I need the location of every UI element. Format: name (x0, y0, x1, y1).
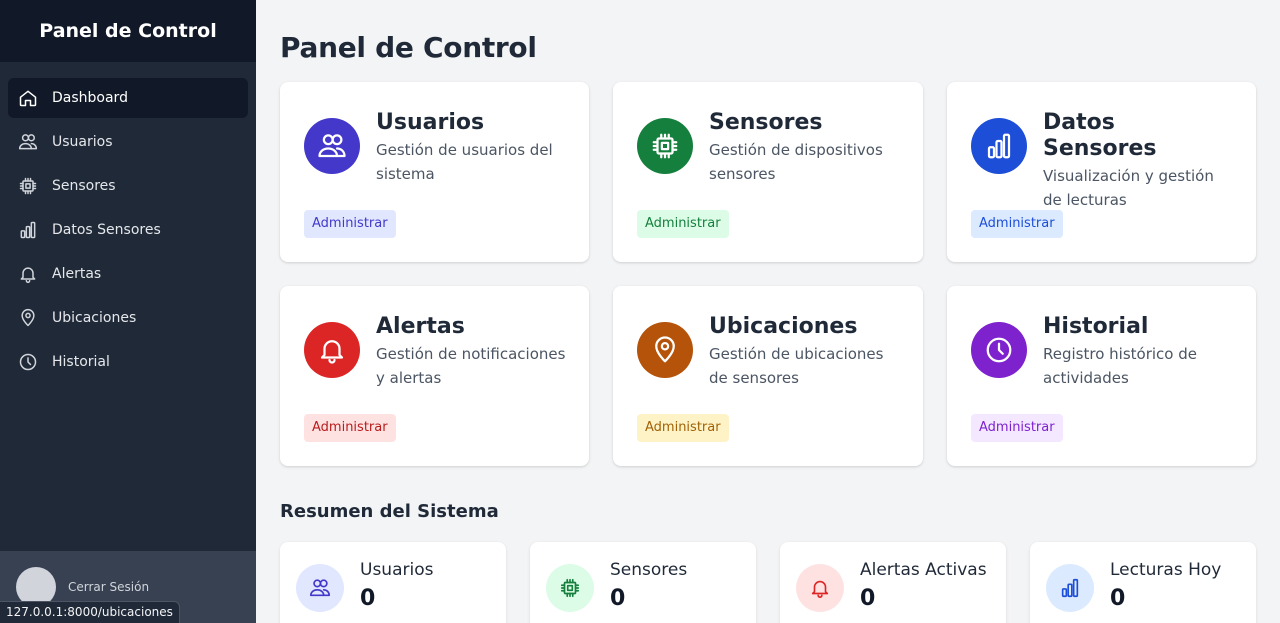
card-ubicaciones: Ubicaciones Gestión de ubicaciones de se… (613, 286, 923, 466)
sidebar-item-historial[interactable]: Historial (8, 342, 248, 382)
chip-icon (18, 176, 38, 196)
sidebar-item-label: Usuarios (52, 134, 113, 150)
sidebar-item-ubicaciones[interactable]: Ubicaciones (8, 298, 248, 338)
status-bar-url: 127.0.0.1:8000/ubicaciones (0, 601, 180, 623)
sidebar-item-label: Datos Sensores (52, 222, 161, 238)
sidebar-item-label: Alertas (52, 266, 102, 282)
users-icon (296, 564, 344, 612)
page-title: Panel de Control (280, 31, 537, 64)
sidebar-item-datos-sensores[interactable]: Datos Sensores (8, 210, 248, 250)
bar-chart-icon (971, 118, 1027, 174)
sidebar-item-usuarios[interactable]: Usuarios (8, 122, 248, 162)
card-description: Gestión de notificaciones y alertas (376, 345, 566, 387)
sidebar-nav: Dashboard Usuarios Sensores Datos Sensor… (0, 62, 256, 382)
card-title: Ubicaciones (709, 314, 858, 339)
stat-label: Usuarios (360, 560, 434, 580)
sidebar-title: Panel de Control (39, 20, 217, 42)
bell-icon (304, 322, 360, 378)
stat-value: 0 (360, 586, 376, 611)
sidebar-item-dashboard[interactable]: Dashboard (8, 78, 248, 118)
administrar-button[interactable]: Administrar (971, 210, 1063, 238)
users-icon (18, 132, 38, 152)
card-historial: Historial Registro histórico de activida… (947, 286, 1256, 466)
sidebar: Panel de Control Dashboard Usuarios Sens… (0, 0, 256, 623)
sidebar-header: Panel de Control (0, 0, 256, 62)
card-title: Sensores (709, 110, 823, 135)
stat-value: 0 (1110, 586, 1126, 611)
sidebar-item-label: Dashboard (52, 90, 128, 106)
card-title: Historial (1043, 314, 1149, 339)
stat-value: 0 (860, 586, 876, 611)
stat-lecturas-hoy: Lecturas Hoy 0 (1030, 542, 1256, 623)
stat-alertas-activas: Alertas Activas 0 (780, 542, 1006, 623)
sidebar-item-label: Sensores (52, 178, 116, 194)
users-icon (304, 118, 360, 174)
card-description: Registro histórico de actividades (1043, 345, 1197, 387)
card-usuarios: Usuarios Gestión de usuarios del sistema… (280, 82, 589, 262)
administrar-button[interactable]: Administrar (637, 210, 729, 238)
card-sensores: Sensores Gestión de dispositivos sensore… (613, 82, 923, 262)
clock-icon (971, 322, 1027, 378)
sidebar-item-alertas[interactable]: Alertas (8, 254, 248, 294)
main-content: Panel de Control Usuarios Gestión de usu… (256, 0, 1280, 623)
bell-icon (18, 264, 38, 284)
chip-icon (546, 564, 594, 612)
card-description: Gestión de usuarios del sistema (376, 141, 553, 183)
sidebar-item-label: Historial (52, 354, 110, 370)
stat-label: Lecturas Hoy (1110, 560, 1222, 580)
stat-label: Sensores (610, 560, 688, 580)
administrar-button[interactable]: Administrar (971, 414, 1063, 442)
bell-icon (796, 564, 844, 612)
logout-link[interactable]: Cerrar Sesión (68, 580, 149, 594)
card-alertas: Alertas Gestión de notificaciones y aler… (280, 286, 589, 466)
card-description: Gestión de dispositivos sensores (709, 141, 883, 183)
card-datos-sensores: Datos Sensores Visualización y gestión d… (947, 82, 1256, 262)
map-pin-icon (18, 308, 38, 328)
summary-title: Resumen del Sistema (280, 501, 499, 522)
administrar-button[interactable]: Administrar (304, 210, 396, 238)
summary-stats: Usuarios 0 Sensores 0 Alertas Activas 0 … (280, 542, 1256, 623)
card-description: Gestión de ubicaciones de sensores (709, 345, 884, 387)
stat-usuarios: Usuarios 0 (280, 542, 506, 623)
administrar-button[interactable]: Administrar (637, 414, 729, 442)
card-title: Alertas (376, 314, 465, 339)
stat-value: 0 (610, 586, 626, 611)
administrar-button[interactable]: Administrar (304, 414, 396, 442)
module-grid: Usuarios Gestión de usuarios del sistema… (280, 82, 1256, 466)
chip-icon (637, 118, 693, 174)
stat-sensores: Sensores 0 (530, 542, 756, 623)
card-title: Datos Sensores (1043, 110, 1157, 161)
bar-chart-icon (18, 220, 38, 240)
bar-chart-icon (1046, 564, 1094, 612)
home-icon (18, 88, 38, 108)
clock-icon (18, 352, 38, 372)
sidebar-item-sensores[interactable]: Sensores (8, 166, 248, 206)
card-description: Visualización y gestión de lecturas (1043, 167, 1214, 209)
stat-label: Alertas Activas (860, 560, 987, 580)
card-title: Usuarios (376, 110, 485, 135)
sidebar-item-label: Ubicaciones (52, 310, 137, 326)
map-pin-icon (637, 322, 693, 378)
